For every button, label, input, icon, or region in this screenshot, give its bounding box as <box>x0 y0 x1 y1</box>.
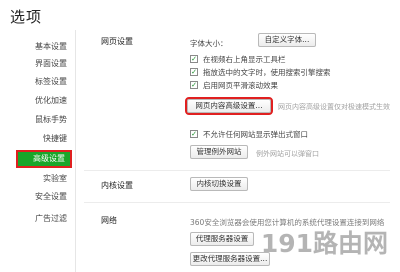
section-network: 网络 <box>101 216 117 225</box>
manage-exceptions-button[interactable]: 管理例外网站 <box>190 145 248 159</box>
advanced-content-button[interactable]: 网页内容高级设置... <box>185 97 273 115</box>
section-divider <box>84 170 390 171</box>
sidebar-item-advanced[interactable]: 高级设置 <box>16 150 72 168</box>
sidebar-item-security[interactable]: 安全设置 <box>35 190 67 204</box>
proxy-settings-button[interactable]: 代理服务器设置 <box>190 232 254 246</box>
sidebar-item-optimize[interactable]: 优化加速 <box>35 94 67 108</box>
section-divider <box>84 202 390 203</box>
site-watermark: 191路由网 <box>260 229 388 258</box>
font-size-label: 字体大小： <box>190 39 228 48</box>
sidebar: 基本设置 界面设置 标签设置 优化加速 鼠标手势 快捷键 高级设置 实验室 安全… <box>0 30 72 272</box>
custom-font-button[interactable]: 自定义字体... <box>258 33 316 47</box>
sidebar-item-adblock[interactable]: 广告过滤 <box>35 212 67 226</box>
advanced-content-hint: 网页内容高级设置仅对极速模式生效 <box>278 103 390 111</box>
option-video-toolbar-label: 在视频右上角显示工具栏 <box>203 55 286 64</box>
sidebar-divider <box>75 30 76 272</box>
sidebar-item-shortcuts[interactable]: 快捷键 <box>43 132 67 146</box>
option-block-popups-label: 不允许任何网站显示弹出式窗口 <box>203 130 308 139</box>
page-title: 选项 <box>10 8 43 26</box>
sidebar-item-mouse-gesture[interactable]: 鼠标手势 <box>35 113 67 127</box>
sidebar-item-basic[interactable]: 基本设置 <box>35 40 67 54</box>
checkbox-drag-search[interactable]: ✓ <box>190 68 198 76</box>
kernel-switch-button[interactable]: 内核切换设置 <box>190 177 248 191</box>
change-proxy-button[interactable]: 更改代理服务器设置... <box>190 252 270 266</box>
sidebar-item-interface[interactable]: 界面设置 <box>35 57 67 71</box>
checkbox-smooth-scroll[interactable]: ✓ <box>190 81 198 89</box>
exceptions-hint: 例外网站可以弹窗口 <box>256 150 319 158</box>
option-smooth-scroll-label: 启用网页平滑滚动效果 <box>203 81 278 90</box>
section-kernel-settings: 内核设置 <box>101 181 133 190</box>
sidebar-item-lab[interactable]: 实验室 <box>43 172 67 186</box>
checkbox-video-toolbar[interactable]: ✓ <box>190 55 198 63</box>
section-webpage-settings: 网页设置 <box>101 37 133 46</box>
sidebar-item-tabs[interactable]: 标签设置 <box>35 75 67 89</box>
checkbox-block-popups[interactable]: ✓ <box>190 130 198 138</box>
option-drag-search-label: 拖放选中的文字时，使用搜索引擎搜索 <box>203 68 331 77</box>
